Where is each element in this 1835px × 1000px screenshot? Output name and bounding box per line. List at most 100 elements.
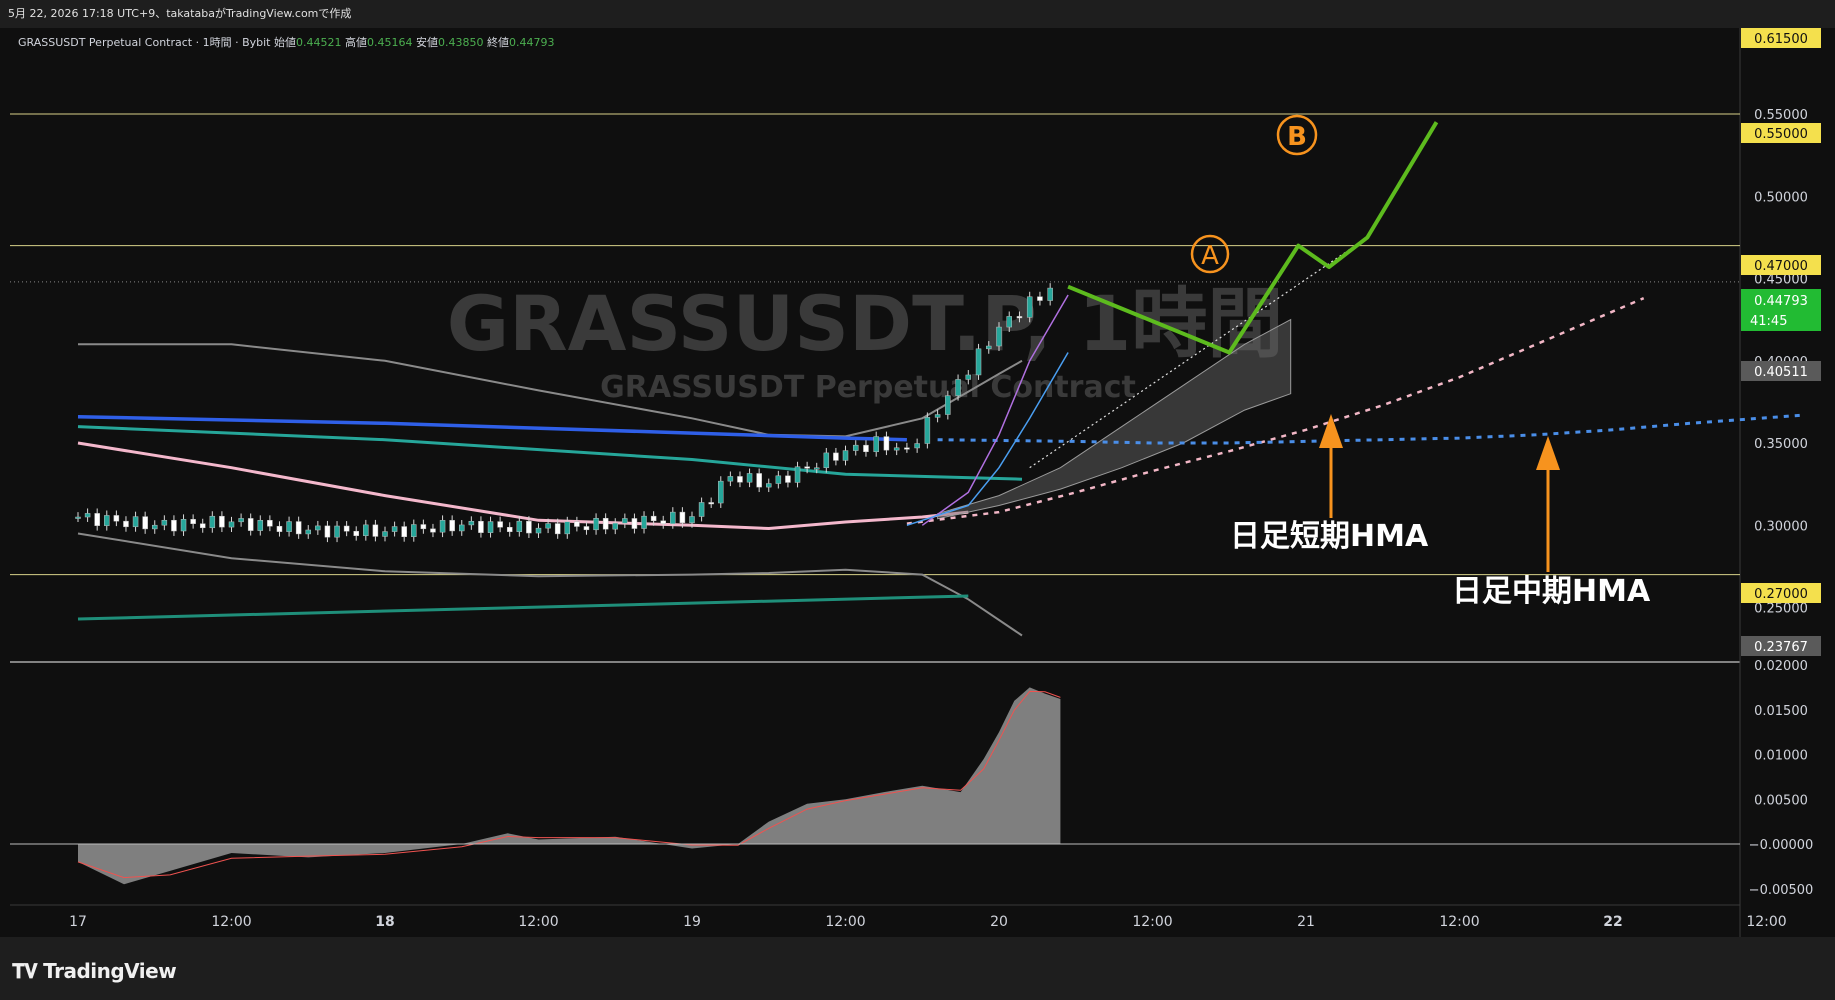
svg-text:0.27000: 0.27000 — [1754, 587, 1808, 602]
candle-body — [497, 521, 503, 528]
candle-body — [219, 515, 225, 528]
candle-body — [75, 516, 81, 519]
price-tick-label: 0.25000 — [1754, 602, 1808, 617]
candle-body — [631, 518, 638, 529]
candle-body — [411, 524, 417, 538]
price-badge-top: 0.61500 — [1741, 28, 1821, 48]
price-chart[interactable]: GRASSUSDT.P, 1時間 GRASSUSDT Perpetual Con… — [0, 28, 1835, 937]
candle-body — [439, 520, 446, 533]
candle-body — [650, 515, 657, 522]
osc-tick-label: 0.01000 — [1754, 749, 1808, 764]
chart-caption: 5月 22, 2026 17:18 UTC+9、takatabaがTrading… — [8, 7, 352, 20]
legend-symbol: GRASSUSDT Perpetual Contract · 1時間 · Byb… — [18, 36, 271, 49]
candle-body — [746, 473, 753, 483]
candle-body — [1006, 316, 1012, 328]
candle-body — [602, 518, 609, 530]
candle-body — [132, 516, 139, 528]
candle-body — [670, 511, 676, 525]
price-badge-r2: 0.47000 — [1741, 255, 1821, 275]
candle-body — [893, 447, 900, 451]
candle-body — [449, 520, 455, 532]
time-tick-label: 22 — [1603, 914, 1622, 930]
candle-body — [965, 374, 972, 380]
price-badge-mid: 0.40511 — [1741, 361, 1821, 381]
candle-body — [945, 395, 951, 415]
candle-body — [142, 516, 148, 530]
candle-body — [583, 526, 590, 531]
candle-body — [612, 522, 618, 530]
candle-body — [1026, 296, 1033, 318]
tv-logo-icon: 𝐓𝐕 — [12, 959, 38, 983]
osc-tick-label: −0.00000 — [1749, 838, 1814, 853]
candle-body — [1037, 296, 1043, 301]
candle-body — [986, 345, 992, 350]
candle-body — [823, 452, 830, 469]
candle-body — [904, 447, 910, 450]
candle-body — [737, 476, 743, 483]
legend-open-label: 始値 — [274, 36, 296, 49]
candle-body — [660, 520, 666, 525]
wave-b-label: B — [1287, 122, 1307, 152]
candle-body — [914, 443, 920, 449]
time-tick-label: 20 — [990, 914, 1008, 930]
brand-name: TradingView — [43, 959, 177, 983]
candle-body — [209, 515, 216, 529]
time-tick-label: 17 — [69, 914, 87, 930]
candle-body — [593, 518, 599, 531]
legend-low: 0.43850 — [438, 36, 484, 49]
candle-body — [180, 519, 187, 532]
candle-body — [104, 515, 110, 526]
candle-body — [766, 483, 772, 488]
candle-body — [190, 519, 196, 524]
candle-body — [833, 452, 839, 461]
osc-tick-label: 0.02000 — [1754, 659, 1808, 674]
candle-body — [123, 520, 129, 528]
candle-body — [883, 436, 890, 451]
candle-body — [574, 521, 580, 527]
candle-body — [161, 519, 168, 526]
candle-body — [363, 524, 369, 536]
candle-body — [975, 348, 982, 376]
candle-body — [295, 521, 302, 535]
candle-body — [487, 521, 494, 533]
candle-body — [852, 444, 859, 451]
candle-body — [315, 525, 321, 531]
time-tick-label: 12:00 — [825, 914, 865, 930]
tradingview-logo[interactable]: 𝐓𝐕 TradingView — [12, 959, 177, 983]
candle-body — [113, 515, 120, 522]
candle-body — [996, 326, 1002, 347]
candle-body — [84, 513, 91, 518]
candle-body — [171, 519, 177, 532]
candle-body — [727, 476, 734, 482]
price-badge-bottom: 0.23767 — [1741, 636, 1821, 656]
price-tick-label: 0.55000 — [1754, 108, 1808, 123]
price-badge-r1: 0.55000 — [1741, 123, 1821, 143]
candle-body — [863, 444, 869, 453]
time-tick-label: 12:00 — [1132, 914, 1172, 930]
candle-body — [813, 467, 820, 470]
candle-body — [924, 417, 931, 444]
candle-body — [238, 518, 244, 523]
candle-body — [545, 523, 551, 529]
candle-body — [775, 475, 782, 484]
candle-body — [506, 526, 513, 532]
time-tick-label: 12:00 — [1439, 914, 1479, 930]
svg-text:0.61500: 0.61500 — [1754, 32, 1808, 47]
candle-body — [873, 436, 879, 453]
candle-body — [401, 526, 407, 538]
candle-body — [199, 523, 206, 529]
time-tick-label: 12:00 — [518, 914, 558, 930]
oscillator-pane[interactable] — [10, 662, 1740, 905]
svg-text:0.47000: 0.47000 — [1754, 259, 1808, 274]
candle-body — [430, 528, 436, 533]
time-tick-label: 18 — [375, 914, 394, 930]
price-tick-label: 0.30000 — [1754, 519, 1808, 534]
symbol-legend[interactable]: GRASSUSDT Perpetual Contract · 1時間 · Byb… — [18, 34, 555, 50]
candle-body — [516, 520, 523, 532]
candle-body — [247, 518, 254, 531]
svg-text:0.55000: 0.55000 — [1754, 127, 1808, 142]
legend-high-label: 高値 — [345, 36, 367, 49]
candle-body — [842, 450, 849, 461]
price-tick-label: 0.35000 — [1754, 437, 1808, 452]
candle-body — [564, 521, 571, 535]
